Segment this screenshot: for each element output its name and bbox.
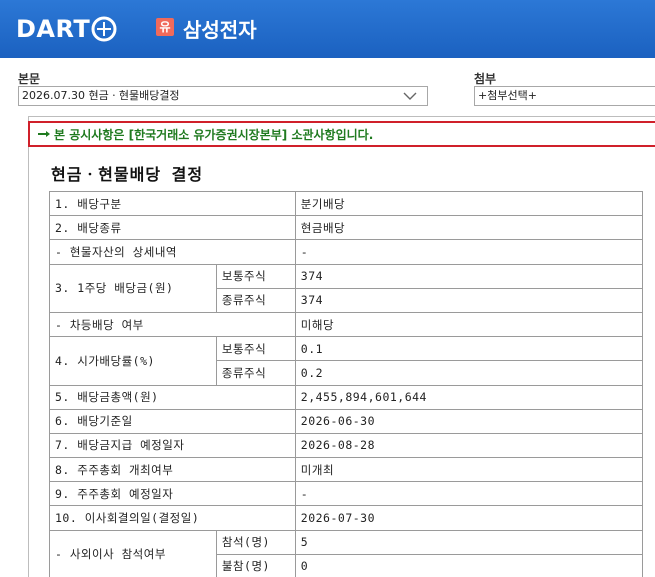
dart-logo[interactable]: DART [16,14,117,44]
row-label: 7. 배당금지급 예정일자 [49,432,296,459]
table-row: 10. 이사회결의일(결정일) 2026-07-30 [49,505,644,531]
row-label: 9. 주주총회 예정일자 [49,481,296,507]
report-select[interactable]: 2026.07.30 현금ㆍ현물배당결정 [18,86,428,106]
row-value: 2026-06-30 [294,408,644,434]
row-label: 8. 주주총회 개최여부 [49,457,296,483]
notice-box: 본 공시사항은 [한국거래소 유가증권시장본부] 소관사항입니다. [28,121,655,147]
row-value: 분기배당 [294,190,644,217]
row-label: 10. 이사회결의일(결정일) [49,505,296,531]
logo-circle-icon [91,16,117,42]
notice-text: 본 공시사항은 [한국거래소 유가증권시장본부] 소관사항입니다. [54,128,374,142]
attachment-select[interactable]: +첨부선택+ [474,86,655,106]
attachment-select-label: 첨부 [474,72,497,86]
row-value: 현금배당 [294,215,644,241]
row-value: 374 [294,263,644,289]
table-row: - 차등배당 여부 미해당 [49,311,644,338]
table-row: 6. 배당기준일 2026-06-30 [49,408,644,434]
report-select-value: 2026.07.30 현금ㆍ현물배당결정 [22,89,180,102]
row-label: 4. 시가배당률(%) [49,336,217,386]
row-value: 2026-08-28 [294,432,644,459]
row-value: 0 [294,553,644,577]
row-label: 1. 배당구분 [49,190,296,217]
row-value: - [294,239,644,265]
row-label: - 차등배당 여부 [49,311,296,338]
document-title: 현금ㆍ현물배당 결정 [51,165,204,184]
row-value: 2026-07-30 [294,505,644,531]
row-sublabel: 보통주식 [215,263,296,289]
table-row: - 사외이사 참석여부 참석(명) 5 [49,529,644,577]
row-label: 3. 1주당 배당금(원) [49,263,217,313]
row-sublabel: 참석(명) [215,529,296,555]
row-value: 5 [294,529,644,555]
row-value: 0.2 [294,360,644,386]
table-row: 8. 주주총회 개최여부 미개최 [49,457,644,483]
row-sublabel: 종류주식 [215,360,296,386]
table-row: 4. 시가배당률(%) 보통주식 0.1 [49,336,644,386]
logo-text: DART [16,15,91,43]
report-select-label: 본문 [18,72,41,86]
row-value: 0.1 [294,336,644,362]
table-row: 5. 배당금총액(원) 2,455,894,601,644 [49,384,644,410]
table-row: 3. 1주당 배당금(원) 보통주식 374 [49,263,644,313]
row-label: 2. 배당종류 [49,215,296,241]
attachment-select-value: +첨부선택+ [478,89,537,102]
row-sublabel: 불참(명) [215,553,296,577]
top-header: DART 유 삼성전자 [0,0,655,58]
row-value: - [294,481,644,507]
row-label: 6. 배당기준일 [49,408,296,434]
row-label: - 사외이사 참석여부 [49,529,217,577]
company-name[interactable]: 삼성전자 [183,14,257,43]
market-badge: 유 [156,18,174,36]
row-label: 5. 배당금총액(원) [49,384,296,410]
chevron-down-icon [403,92,417,100]
dividend-table: 1. 배당구분 분기배당 2. 배당종류 현금배당 - 현물자산의 상세내역 -… [49,190,644,577]
row-value: 374 [294,287,644,313]
table-row: 7. 배당금지급 예정일자 2026-08-28 [49,432,644,459]
row-sublabel: 보통주식 [215,336,296,362]
table-row: 1. 배당구분 분기배당 [49,190,644,217]
row-label: - 현물자산의 상세내역 [49,239,296,265]
row-value: 미해당 [294,311,644,338]
pointing-hand-icon [38,131,50,137]
table-row: - 현물자산의 상세내역 - [49,239,644,265]
row-value: 2,455,894,601,644 [294,384,644,410]
table-row: 2. 배당종류 현금배당 [49,215,644,241]
row-sublabel: 종류주식 [215,287,296,313]
table-row: 9. 주주총회 예정일자 - [49,481,644,507]
row-value: 미개최 [294,457,644,483]
